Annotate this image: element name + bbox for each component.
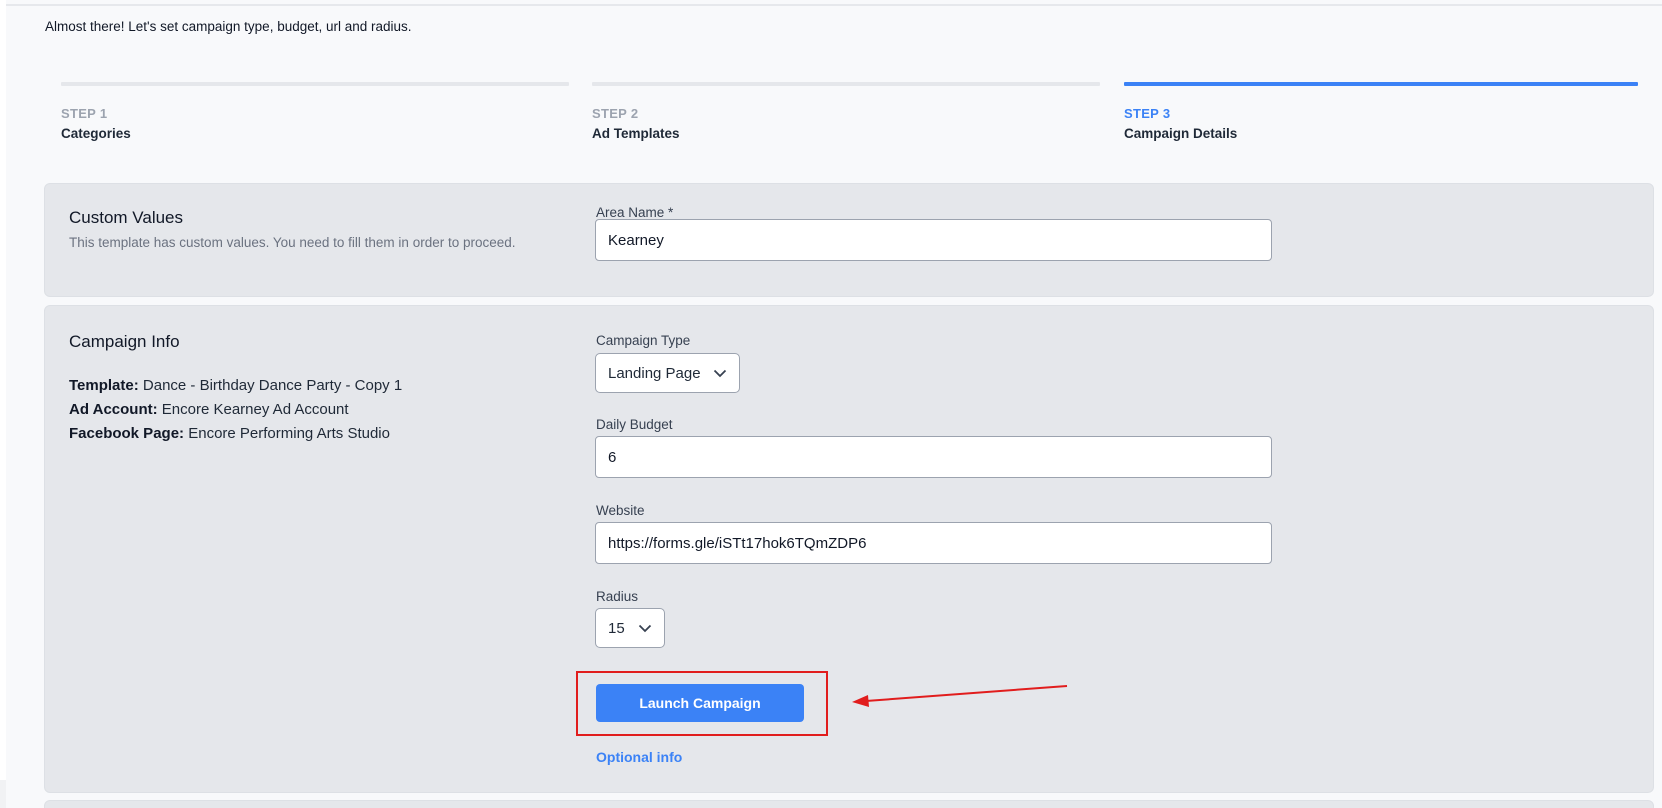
red-arrow-icon bbox=[852, 685, 1068, 707]
